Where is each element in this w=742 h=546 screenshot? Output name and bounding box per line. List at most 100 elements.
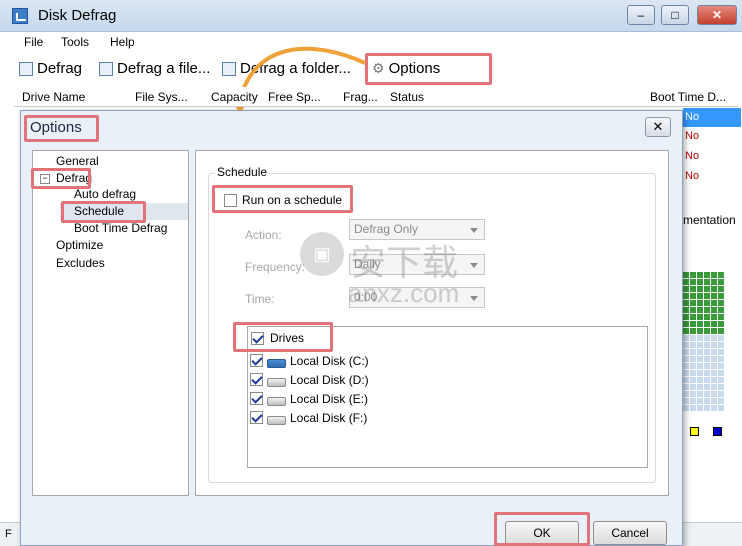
drive-row-d[interactable]: Local Disk (D:) bbox=[250, 370, 369, 389]
cluster-block bbox=[683, 279, 689, 285]
cluster-block bbox=[704, 272, 710, 278]
boot-time-value[interactable]: No bbox=[683, 127, 741, 146]
cluster-block bbox=[683, 342, 689, 348]
drive-label: Local Disk (E:) bbox=[290, 391, 369, 406]
cluster-block bbox=[697, 300, 703, 306]
defrag-button[interactable]: Defrag bbox=[19, 60, 82, 77]
cluster-block bbox=[690, 300, 696, 306]
cluster-block bbox=[718, 293, 724, 299]
maximize-button[interactable]: □ bbox=[661, 5, 689, 25]
boot-time-value[interactable]: No bbox=[683, 147, 741, 166]
cluster-block bbox=[683, 272, 689, 278]
cluster-block bbox=[683, 349, 689, 355]
dialog-close-button[interactable]: ✕ bbox=[645, 117, 671, 137]
cluster-block bbox=[690, 405, 696, 411]
cluster-block bbox=[690, 342, 696, 348]
menu-file[interactable]: File bbox=[24, 35, 43, 49]
cluster-block bbox=[697, 307, 703, 313]
cluster-block bbox=[711, 356, 717, 362]
cluster-block bbox=[711, 370, 717, 376]
cluster-block bbox=[704, 356, 710, 362]
col-free-space[interactable]: Free Sp... bbox=[268, 90, 321, 104]
cluster-block bbox=[711, 307, 717, 313]
cluster-block bbox=[683, 314, 689, 320]
drive-label: Local Disk (F:) bbox=[290, 410, 368, 425]
col-fragmentation[interactable]: Frag... bbox=[343, 90, 378, 104]
cluster-block bbox=[704, 307, 710, 313]
cluster-block bbox=[704, 328, 710, 334]
file-icon bbox=[99, 61, 113, 76]
tree-item-optimize[interactable]: Optimize bbox=[56, 237, 103, 254]
cluster-block bbox=[704, 370, 710, 376]
cluster-block bbox=[697, 342, 703, 348]
cluster-block bbox=[704, 342, 710, 348]
drive-checkbox[interactable] bbox=[250, 411, 263, 424]
cluster-block bbox=[683, 370, 689, 376]
options-highlight-box bbox=[365, 53, 492, 85]
cluster-block bbox=[718, 307, 724, 313]
tree-item-boot-time-defrag[interactable]: Boot Time Defrag bbox=[74, 220, 167, 237]
defrag-file-button[interactable]: Defrag a file... bbox=[99, 60, 210, 77]
cluster-block bbox=[683, 300, 689, 306]
boot-time-value[interactable]: No bbox=[683, 167, 741, 186]
cluster-block bbox=[697, 272, 703, 278]
cluster-block bbox=[683, 405, 689, 411]
cluster-block bbox=[690, 349, 696, 355]
cluster-block bbox=[711, 279, 717, 285]
drive-checkbox[interactable] bbox=[250, 373, 263, 386]
cluster-block bbox=[683, 391, 689, 397]
cluster-block bbox=[697, 328, 703, 334]
menu-tools[interactable]: Tools bbox=[61, 35, 89, 49]
col-boot-time[interactable]: Boot Time D... bbox=[650, 90, 726, 104]
drive-label: Local Disk (D:) bbox=[290, 372, 369, 387]
minimize-button[interactable]: ‒ bbox=[627, 5, 655, 25]
cluster-block bbox=[704, 377, 710, 383]
app-icon bbox=[12, 8, 28, 24]
legend-blue-square bbox=[713, 427, 722, 436]
cluster-block bbox=[711, 335, 717, 341]
schedule-group-title: Schedule bbox=[215, 165, 270, 179]
disk-icon bbox=[267, 396, 286, 406]
drive-checkbox[interactable] bbox=[250, 392, 263, 405]
defrag-file-label: Defrag a file... bbox=[117, 60, 211, 77]
cluster-block bbox=[704, 398, 710, 404]
cluster-block bbox=[683, 384, 689, 390]
drive-row-e[interactable]: Local Disk (E:) bbox=[250, 389, 369, 408]
col-status[interactable]: Status bbox=[390, 90, 424, 104]
watermark-shield-icon: ▣ bbox=[300, 232, 344, 276]
cancel-button[interactable]: Cancel bbox=[593, 521, 667, 545]
cluster-map bbox=[683, 272, 724, 411]
boot-time-value[interactable]: No bbox=[683, 108, 741, 127]
col-file-system[interactable]: File Sys... bbox=[135, 90, 188, 104]
cluster-block bbox=[690, 293, 696, 299]
cluster-block bbox=[697, 377, 703, 383]
col-drive-name[interactable]: Drive Name bbox=[22, 90, 85, 104]
drive-checkbox[interactable] bbox=[250, 354, 263, 367]
cluster-block bbox=[704, 293, 710, 299]
cluster-block bbox=[718, 384, 724, 390]
menu-help[interactable]: Help bbox=[110, 35, 135, 49]
ok-highlight-box bbox=[494, 512, 590, 546]
cluster-block bbox=[704, 384, 710, 390]
cluster-block bbox=[718, 328, 724, 334]
cluster-block bbox=[690, 314, 696, 320]
cluster-block bbox=[697, 335, 703, 341]
col-capacity[interactable]: Capacity bbox=[211, 90, 258, 104]
defrag-button-label: Defrag bbox=[37, 60, 83, 77]
cluster-block bbox=[697, 384, 703, 390]
cluster-block bbox=[697, 321, 703, 327]
close-button[interactable]: ✕ bbox=[697, 5, 737, 25]
tree-item-excludes[interactable]: Excludes bbox=[56, 255, 105, 272]
system-disk-icon bbox=[267, 358, 286, 368]
frequency-label: Frequency: bbox=[245, 260, 306, 274]
drive-row-c[interactable]: Local Disk (C:) bbox=[250, 351, 369, 370]
watermark-url-text: anxz.com bbox=[348, 278, 460, 308]
fragmentation-tab-label[interactable]: mentation bbox=[683, 213, 736, 227]
cluster-block bbox=[683, 363, 689, 369]
drive-row-f[interactable]: Local Disk (F:) bbox=[250, 408, 369, 427]
cluster-block bbox=[718, 349, 724, 355]
cluster-block bbox=[718, 279, 724, 285]
cluster-block bbox=[704, 349, 710, 355]
cluster-block bbox=[690, 307, 696, 313]
cluster-block bbox=[697, 349, 703, 355]
